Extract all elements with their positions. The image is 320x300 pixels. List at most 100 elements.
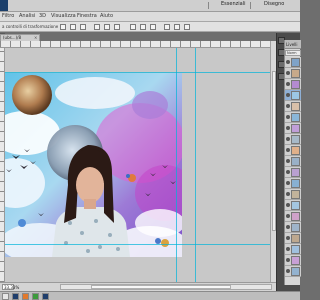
distribute-bottom-icon[interactable] [150,24,156,30]
layer-thumbnail [291,212,300,221]
layer-thumbnail [291,80,300,89]
menu-bar: Filtro Analisi 3D Visualizza Finestra Ai… [0,12,300,22]
eye-icon[interactable] [286,258,290,262]
layer-row[interactable] [285,211,301,222]
align-middle-icon[interactable] [70,24,76,30]
layer-row[interactable] [285,189,301,200]
eye-icon[interactable] [286,148,290,152]
canvas-area[interactable] [5,48,270,282]
guide-line[interactable] [195,48,196,282]
layer-thumbnail [291,256,300,265]
layer-row[interactable] [285,134,301,145]
layer-row[interactable] [285,167,301,178]
align-left-icon[interactable] [94,24,100,30]
eye-icon[interactable] [286,236,290,240]
layer-thumbnail [291,113,300,122]
eye-icon[interactable] [286,137,290,141]
eye-icon[interactable] [286,225,290,229]
artwork-image[interactable] [5,73,182,257]
layer-row[interactable] [285,123,301,134]
eye-icon[interactable] [286,71,290,75]
menu-window[interactable]: Finestra [77,13,97,19]
layer-row[interactable] [285,222,301,233]
status-bar: 33,33% [0,282,276,291]
layer-row[interactable] [285,112,301,123]
layer-row[interactable] [285,68,301,79]
eye-icon[interactable] [286,214,290,218]
eye-icon[interactable] [286,181,290,185]
layer-row[interactable] [285,90,301,101]
close-icon[interactable]: × [34,35,37,40]
layer-row[interactable] [285,266,301,277]
eye-icon[interactable] [286,159,290,163]
guide-line[interactable] [5,244,270,245]
menu-analysis[interactable]: Analisi [19,13,35,19]
layer-row[interactable] [285,156,301,167]
align-center-icon[interactable] [104,24,110,30]
layers-tab[interactable]: Livelli [285,40,301,49]
layer-thumbnail [291,135,300,144]
layer-thumbnail [291,124,300,133]
layer-thumbnail [291,201,300,210]
taskbar-photoshop-icon[interactable] [42,293,49,300]
distribute-middle-icon[interactable] [140,24,146,30]
menu-filter[interactable]: Filtro [2,13,14,19]
guide-line[interactable] [176,48,177,282]
eye-icon[interactable] [286,192,290,196]
layer-thumbnail [291,245,300,254]
eye-icon[interactable] [286,104,290,108]
horizontal-scrollbar[interactable] [60,284,272,290]
blend-mode-select[interactable]: Norm [285,50,301,56]
align-right-icon[interactable] [114,24,120,30]
align-bottom-icon[interactable] [80,24,86,30]
eye-icon[interactable] [286,115,290,119]
layer-thumbnail [291,102,300,111]
guide-line[interactable] [5,72,270,73]
eye-icon[interactable] [286,203,290,207]
collage-artwork [5,73,182,257]
menu-3d[interactable]: 3D [39,13,46,19]
menu-view[interactable]: Visualizza [51,13,76,19]
workspace-essentials-button[interactable]: Essenziali [221,1,245,7]
layer-row[interactable] [285,79,301,90]
menu-help[interactable]: Aiuto [100,13,113,19]
layer-row[interactable] [285,178,301,189]
layer-row[interactable] [285,233,301,244]
workspace-design-button[interactable]: Disegno [264,1,284,7]
taskbar-start-icon[interactable] [2,293,9,300]
eye-icon[interactable] [286,93,290,97]
photoshop-logo-icon[interactable] [0,0,8,11]
eye-icon[interactable] [286,82,290,86]
layer-thumbnail [291,223,300,232]
horizontal-scrollbar-thumb[interactable] [91,285,231,289]
document-tab[interactable]: (ubs...)/8 × [0,34,40,41]
layer-row[interactable] [285,57,301,68]
taskbar [0,291,300,300]
layer-thumbnail [291,190,300,199]
align-top-icon[interactable] [60,24,66,30]
layer-thumbnail [291,146,300,155]
taskbar-firefox-icon[interactable] [22,293,29,300]
layer-row[interactable] [285,200,301,211]
workspace-separator [250,2,251,9]
horizontal-ruler[interactable] [0,41,270,48]
zoom-field[interactable]: 33,33% [2,284,19,290]
eye-icon[interactable] [286,247,290,251]
distribute-right-icon[interactable] [184,24,190,30]
distribute-top-icon[interactable] [130,24,136,30]
eye-icon[interactable] [286,269,290,273]
layer-thumbnail [291,69,300,78]
eye-icon[interactable] [286,60,290,64]
layer-row[interactable] [285,145,301,156]
layer-row[interactable] [285,255,301,266]
taskbar-app-icon[interactable] [32,293,39,300]
distribute-center-icon[interactable] [174,24,180,30]
eye-icon[interactable] [286,126,290,130]
eye-icon[interactable] [286,170,290,174]
layer-row[interactable] [285,101,301,112]
layer-row[interactable] [285,244,301,255]
layer-thumbnail [291,91,300,100]
taskbar-photoshop-icon[interactable] [12,293,19,300]
distribute-left-icon[interactable] [164,24,170,30]
transform-controls-checkbox-label[interactable]: a controlli di trasformazione [2,24,58,29]
